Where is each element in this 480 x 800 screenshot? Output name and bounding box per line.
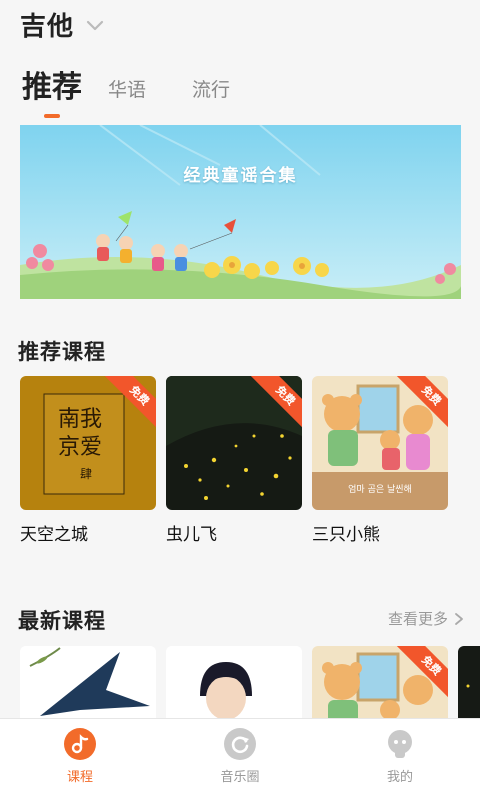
course-cover: 엄마 곰은 날씬해 免费 <box>312 376 448 510</box>
section-title-recommended: 推荐课程 <box>18 340 106 364</box>
latest-course-partial[interactable] <box>458 646 480 726</box>
recommended-course-list: 南我 京爱 肆 免费 天空之城 免费 虫儿飞 엄마 곰은 날씬해 免费 三只小熊 <box>20 376 458 545</box>
bottom-tab-bar: 课程 音乐圈 我的 <box>0 718 480 800</box>
latest-course-boy[interactable] <box>166 646 302 726</box>
course-cover: 南我 京爱 肆 免费 <box>20 376 156 510</box>
tab-mine[interactable]: 我的 <box>320 719 480 800</box>
banner-title: 经典童谣合集 <box>183 166 298 186</box>
section-title-latest: 最新课程 <box>18 609 106 633</box>
refresh-circle-icon <box>224 728 256 760</box>
banner[interactable]: 经典童谣合集 <box>20 125 461 299</box>
tab-pop[interactable]: 流行 <box>192 75 230 106</box>
course-title: 虫儿飞 <box>166 525 217 545</box>
instrument-title: 吉他 <box>20 12 75 42</box>
course-cover: 免费 <box>166 376 302 510</box>
tab-course[interactable]: 课程 <box>0 719 160 800</box>
latest-course-bears[interactable]: 免费 <box>312 646 448 726</box>
course-card-chongerfei[interactable]: 免费 虫儿飞 <box>166 376 302 545</box>
tab-music-circle[interactable]: 音乐圈 <box>160 719 320 800</box>
cover-text-line2: 京爱 <box>58 435 102 460</box>
user-icon <box>388 730 412 758</box>
tab-chinese[interactable]: 华语 <box>108 75 146 106</box>
music-note-icon <box>64 728 96 760</box>
see-more-link[interactable]: 查看更多 <box>388 608 464 629</box>
cover-text-line1: 南我 <box>58 407 102 432</box>
tab-course-label: 课程 <box>66 770 93 785</box>
header: 吉他 推荐 华语 流行 <box>0 0 480 118</box>
cover-text-sub: 肆 <box>80 467 92 481</box>
banner-illustration <box>20 125 461 299</box>
chevron-right-icon <box>455 612 463 625</box>
tab-recommend[interactable]: 推荐 <box>22 62 82 118</box>
cover-caption: 엄마 곰은 날씬해 <box>348 483 412 495</box>
course-card-tiankong[interactable]: 南我 京爱 肆 免费 天空之城 <box>20 376 156 545</box>
see-more-label: 查看更多 <box>387 610 448 628</box>
tab-mine-label: 我的 <box>386 770 413 785</box>
tab-music-circle-label: 音乐圈 <box>220 770 260 785</box>
course-title: 天空之城 <box>20 525 88 545</box>
latest-course-swallow[interactable] <box>20 646 156 726</box>
latest-course-list: 免费 <box>20 646 480 726</box>
category-tabs: 推荐 华语 流行 <box>22 62 276 118</box>
course-title: 三只小熊 <box>312 525 380 545</box>
course-card-sanzhixiaoxiong[interactable]: 엄마 곰은 날씬해 免费 三只小熊 <box>312 376 448 545</box>
chevron-down-icon <box>86 20 104 30</box>
instrument-selector[interactable]: 吉他 <box>20 6 106 43</box>
